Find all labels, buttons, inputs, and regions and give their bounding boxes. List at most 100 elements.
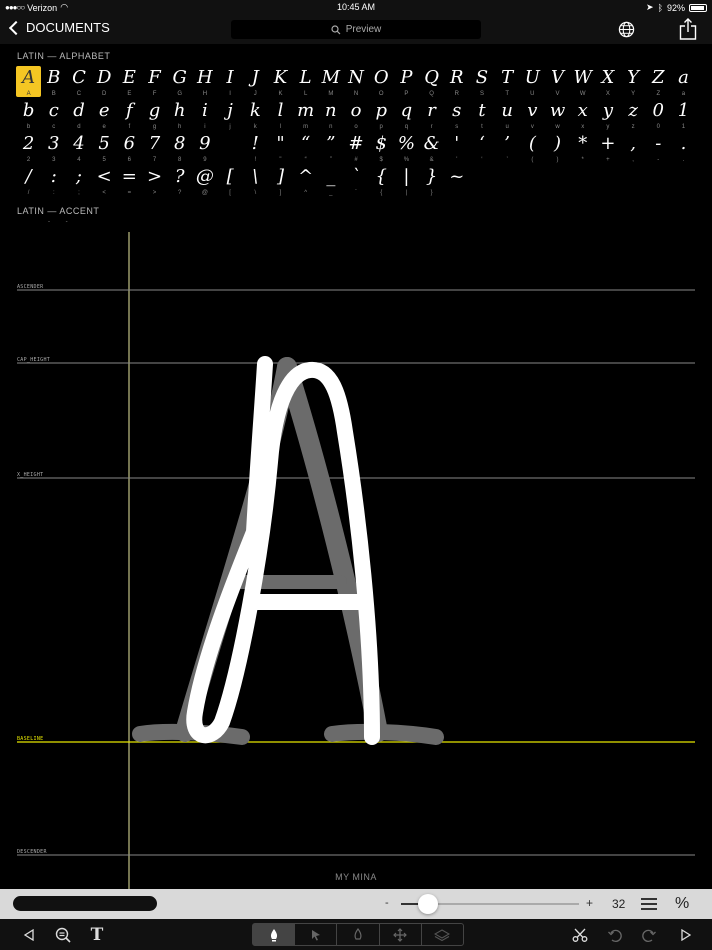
preview-field[interactable]: Preview [231, 20, 481, 39]
menu-icon[interactable] [641, 898, 657, 910]
glyph-cell[interactable]: WW [570, 66, 595, 99]
drawing-canvas[interactable]: ASCENDER CAP_HEIGHT X_HEIGHT BASELINE DE… [0, 232, 712, 889]
glyph-cell[interactable]: oo [343, 99, 368, 132]
glyph-cell[interactable]: OO [369, 66, 394, 99]
glyph-cell[interactable]: / / [16, 165, 41, 198]
glyph-cell[interactable]: + + [595, 132, 620, 165]
glyph-cell[interactable]: aa [671, 66, 696, 99]
increase-size-button[interactable]: + [586, 896, 593, 910]
globe-icon[interactable] [618, 21, 635, 38]
back-button[interactable]: DOCUMENTS [8, 20, 110, 35]
glyph-cell[interactable]: 88 [167, 132, 192, 165]
next-glyph-button[interactable] [675, 919, 697, 950]
glyph-cell[interactable]: # # [343, 132, 368, 165]
glyph-cell[interactable]: gg [142, 99, 167, 132]
glyph-cell[interactable]: ' ' [444, 132, 469, 165]
glyph-cell[interactable]: ?? [167, 165, 192, 198]
glyph-cell[interactable]: pp [369, 99, 394, 132]
glyph-cell[interactable]: :: [41, 165, 66, 198]
glyph-cell[interactable]: )) [545, 132, 570, 165]
glyph-cell[interactable]: HH [192, 66, 217, 99]
glyph-cell[interactable]: jj [218, 99, 243, 132]
glyph-cell[interactable]: @ @ [192, 165, 217, 198]
glyph-cell[interactable]: _ _ [318, 165, 343, 198]
glyph-cell[interactable]: bb [16, 99, 41, 132]
decrease-size-button[interactable]: - [385, 897, 389, 909]
size-slider-knob[interactable] [417, 894, 438, 914]
glyph-cell[interactable]: AA [16, 66, 42, 97]
glyph-cell[interactable]: 33 [41, 132, 66, 165]
glyph-cell[interactable]: ‘‘ [469, 132, 494, 165]
glyph-cell[interactable]: PP [394, 66, 419, 99]
glyph-cell[interactable]: 22 [16, 132, 41, 165]
glyph-cell[interactable]: > > [142, 165, 167, 198]
glyph-cell[interactable]: tt [469, 99, 494, 132]
glyph-cell[interactable]: EE [117, 66, 142, 99]
glyph-cell[interactable]: NN [343, 66, 368, 99]
glyph-cell[interactable]: }} [419, 165, 444, 198]
glyph-cell[interactable]: * * [570, 132, 595, 165]
glyph-cell[interactable]: ”” [318, 132, 343, 165]
glyph-cell[interactable]: yy [595, 99, 620, 132]
glyph-cell[interactable]: & & [419, 132, 444, 165]
glyph-cell[interactable]: II [218, 66, 243, 99]
glyph-cell[interactable]: JJ [243, 66, 268, 99]
glyph-cell[interactable]: nn [318, 99, 343, 132]
glyph-cell[interactable]: 55 [92, 132, 117, 165]
glyph-cell[interactable]: 11 [671, 99, 696, 132]
glyph-cell[interactable]: ]] [268, 165, 293, 198]
share-icon[interactable] [679, 18, 697, 40]
glyph-cell[interactable]: 77 [142, 132, 167, 165]
glyph-cell[interactable]: ZZ [646, 66, 671, 99]
glyph-cell[interactable]: !! [243, 132, 268, 165]
glyph-cell[interactable]: -- [646, 132, 671, 165]
glyph-cell[interactable]: $ $ [369, 132, 394, 165]
glyph-cell[interactable]: ~ [444, 165, 469, 198]
move-tool-button[interactable] [380, 924, 422, 945]
glyph-cell[interactable]: CC [66, 66, 91, 99]
glyph-cell[interactable]: ss [444, 99, 469, 132]
glyph-cell[interactable]: ww [545, 99, 570, 132]
glyph-cell[interactable]: ’’ [495, 132, 520, 165]
glyph-cell[interactable]: ll [268, 99, 293, 132]
glyph-cell[interactable]: kk [243, 99, 268, 132]
glyph-cell[interactable]: 00 [646, 99, 671, 132]
glyph-cell[interactable]: rr [419, 99, 444, 132]
glyph-cell[interactable]: uu [495, 99, 520, 132]
glyph-cell[interactable]: RR [444, 66, 469, 99]
glyph-cell[interactable]: cc [41, 99, 66, 132]
glyph-cell[interactable]: UU [520, 66, 545, 99]
glyph-cell[interactable]: 44 [66, 132, 91, 165]
zoom-button[interactable] [51, 919, 75, 950]
glyph-cell[interactable]: zz [621, 99, 646, 132]
glyph-cell[interactable]: .. [671, 132, 696, 165]
undo-button[interactable] [604, 919, 626, 950]
glyph-cell[interactable]: xx [570, 99, 595, 132]
glyph-cell[interactable]: TT [495, 66, 520, 99]
glyph-cell[interactable]: XX [595, 66, 620, 99]
redo-button[interactable] [638, 919, 660, 950]
glyph-cell[interactable]: (( [520, 132, 545, 165]
glyph-cell[interactable]: | | [394, 165, 419, 198]
glyph-cell[interactable]: \ \ [243, 165, 268, 198]
glyph-cell[interactable]: BB [41, 66, 66, 99]
prev-glyph-button[interactable] [18, 919, 40, 950]
glyph-cell[interactable]: KK [268, 66, 293, 99]
glyph-cell[interactable]: ` ` [343, 165, 368, 198]
canvas-svg[interactable] [0, 232, 712, 889]
pointer-tool-button[interactable] [295, 924, 338, 945]
glyph-cell[interactable]: [[ [218, 165, 243, 198]
glyph-cell[interactable]: VV [545, 66, 570, 99]
glyph-cell[interactable]: GG [167, 66, 192, 99]
glyph-cell[interactable]: ^ ^ [293, 165, 318, 198]
glyph-cell[interactable]: mm [293, 99, 318, 132]
glyph-cell[interactable]: dd [66, 99, 91, 132]
pen-tool-button[interactable] [253, 924, 296, 945]
glyph-cell[interactable]: YY [621, 66, 646, 99]
glyph-cell[interactable]: " " [268, 132, 293, 165]
glyph-cell[interactable]: {{ [369, 165, 394, 198]
glyph-cell[interactable]: 99 [192, 132, 217, 165]
glyph-cell[interactable]: %% [394, 132, 419, 165]
glyph-cell[interactable] [218, 132, 243, 165]
percent-button[interactable]: % [675, 895, 689, 913]
